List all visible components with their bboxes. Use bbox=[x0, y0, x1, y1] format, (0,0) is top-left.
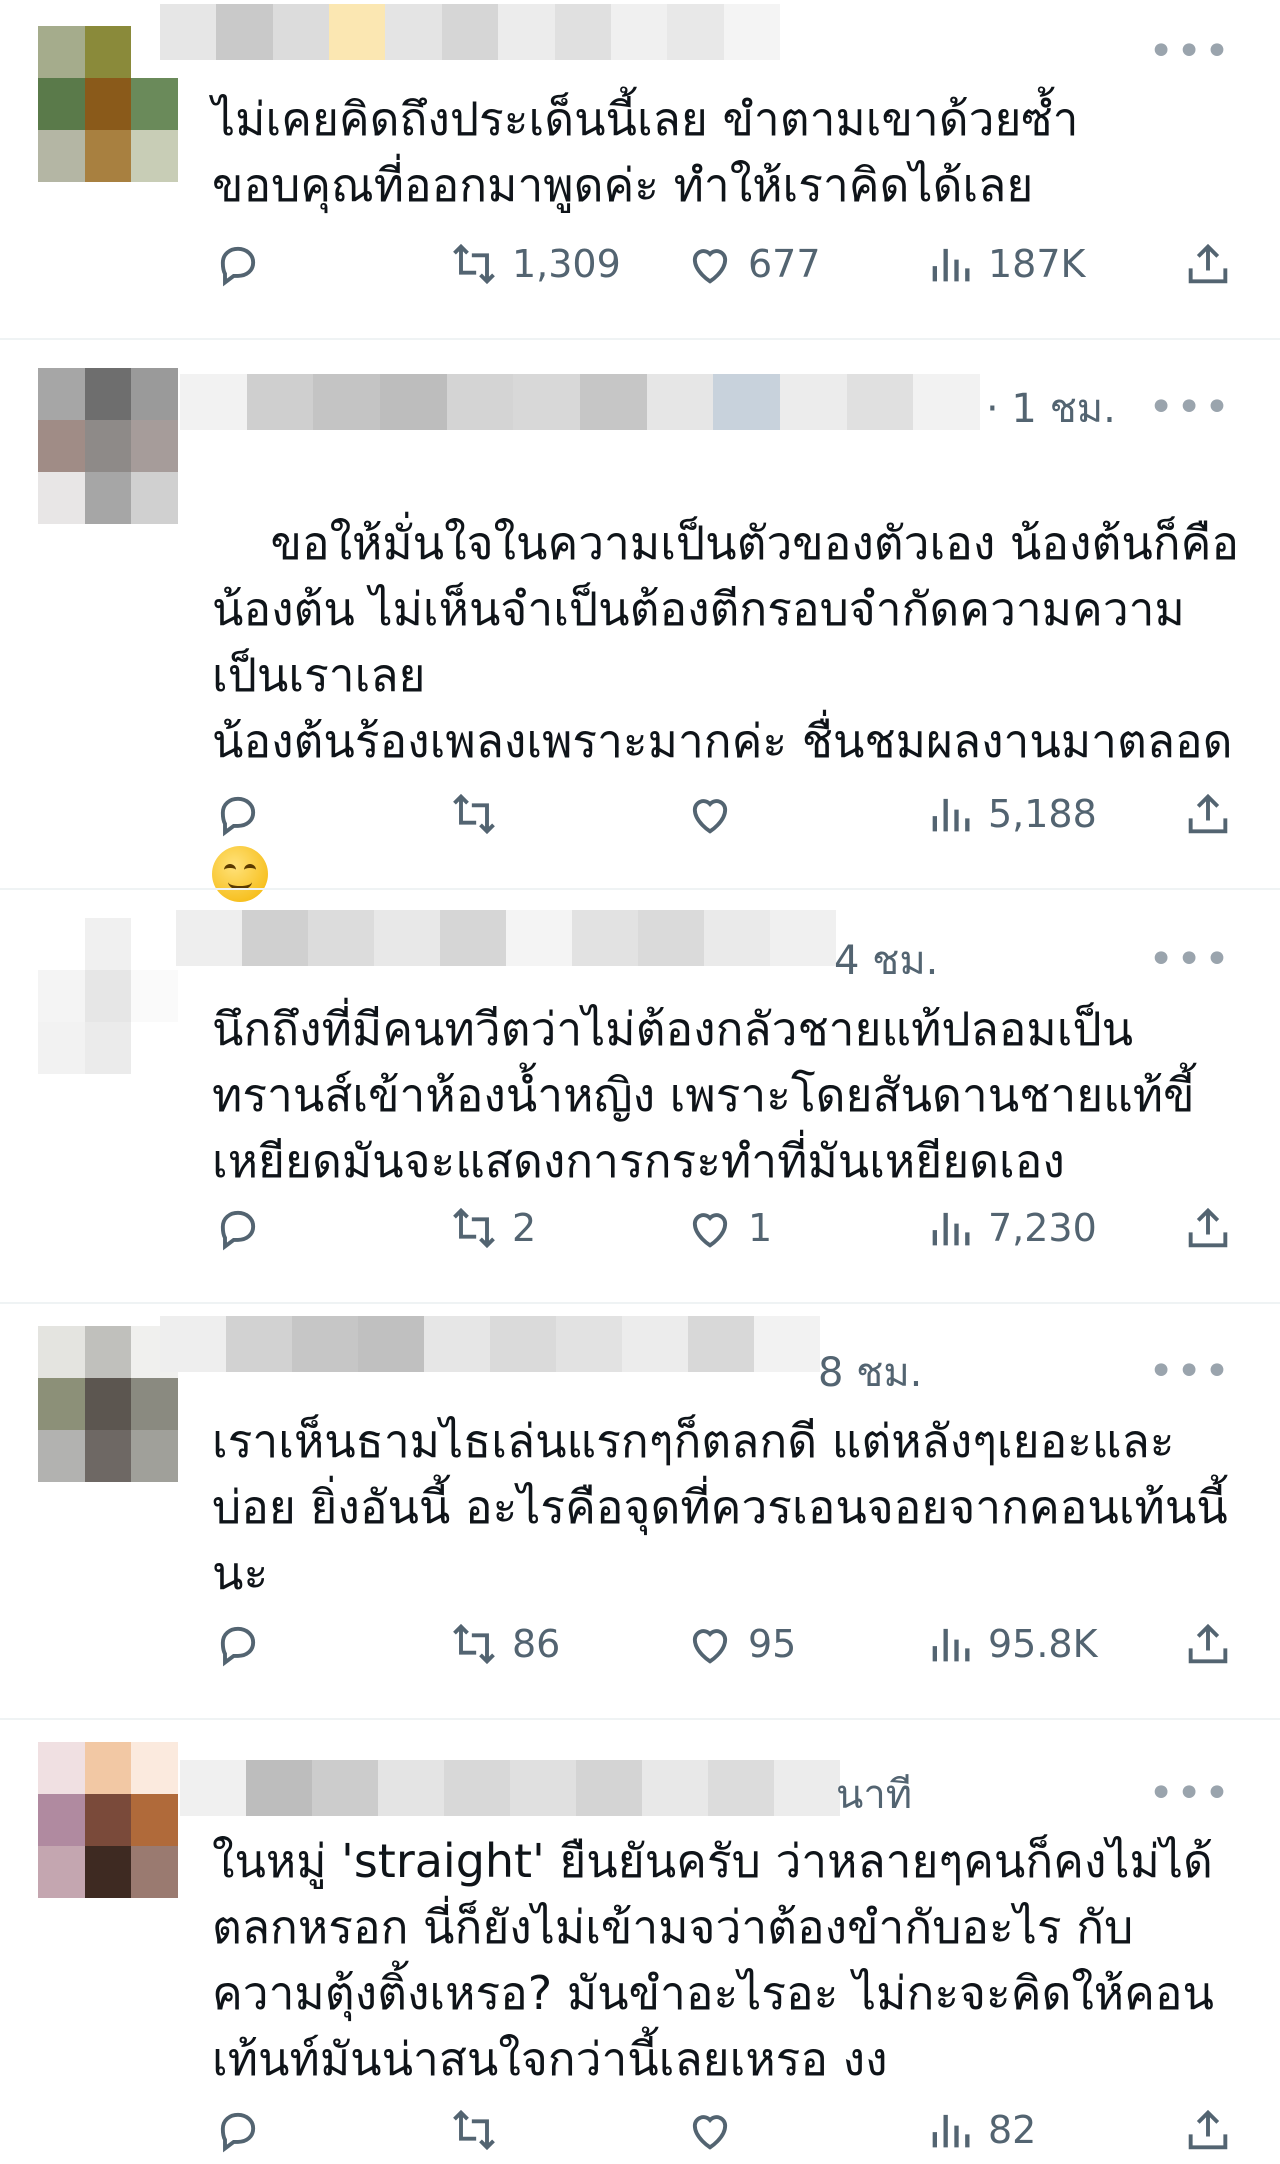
avatar[interactable] bbox=[38, 1326, 178, 1482]
post-text: ไม่เคยคิดถึงประเด็นนี้เลย ขำตามเขาด้วยซ้… bbox=[212, 92, 1079, 212]
like-button[interactable]: 1 bbox=[684, 1202, 772, 1254]
reply-button[interactable] bbox=[212, 1202, 276, 1254]
more-icon[interactable]: ••• bbox=[1148, 1772, 1232, 1816]
more-icon[interactable]: ••• bbox=[1148, 30, 1232, 74]
post-time: 4 ชม. bbox=[834, 938, 939, 984]
repost-icon bbox=[453, 2109, 495, 2151]
post-time: 8 ชม. bbox=[818, 1350, 923, 1396]
post-time: นาที bbox=[836, 1772, 913, 1818]
views-button[interactable]: 187K bbox=[924, 238, 1085, 290]
share-button[interactable] bbox=[1182, 2104, 1234, 2156]
reply-post[interactable]: นาที ••• ในหมู่ 'straight' ยืนยันครับ ว่… bbox=[0, 1720, 1280, 2155]
repost-icon bbox=[453, 1623, 495, 1665]
like-button[interactable] bbox=[684, 2104, 748, 2156]
reply-button[interactable] bbox=[212, 238, 276, 290]
share-button[interactable] bbox=[1182, 1618, 1234, 1670]
reply-icon bbox=[220, 246, 256, 287]
views-icon bbox=[932, 798, 970, 832]
reply-post[interactable]: 4 ชม. ••• นึกถึงที่มีคนทวีตว่าไม่ต้องกลั… bbox=[0, 890, 1280, 1302]
views-icon bbox=[932, 1212, 970, 1246]
avatar[interactable] bbox=[38, 26, 178, 182]
repost-icon bbox=[453, 243, 495, 285]
repost-count: 86 bbox=[512, 1622, 561, 1666]
reply-button[interactable] bbox=[212, 788, 276, 840]
repost-button[interactable]: 86 bbox=[448, 1618, 560, 1670]
views-icon bbox=[932, 2114, 970, 2148]
username-censored[interactable] bbox=[176, 910, 836, 966]
more-icon[interactable]: ••• bbox=[1148, 386, 1232, 430]
more-icon[interactable]: ••• bbox=[1148, 938, 1232, 982]
username-censored[interactable] bbox=[160, 1316, 820, 1372]
reply-button[interactable] bbox=[212, 1618, 276, 1670]
post-text: เราเห็นธามไธเล่นแรกๆก็ตลกดี แต่หลังๆเยอะ… bbox=[212, 1414, 1228, 1600]
post-text: นึกถึงที่มีคนทวีตว่าไม่ต้องกลัวชายแท้ปลอ… bbox=[212, 1002, 1195, 1188]
views-button[interactable]: 7,230 bbox=[924, 1202, 1097, 1254]
repost-count: 1,309 bbox=[512, 242, 621, 286]
like-icon bbox=[692, 799, 728, 834]
avatar[interactable] bbox=[38, 918, 178, 1074]
share-icon bbox=[1188, 1623, 1228, 1664]
like-button[interactable] bbox=[684, 788, 748, 840]
like-count: 95 bbox=[748, 1622, 797, 1666]
post-text: ในหมู่ 'straight' ยืนยันครับ ว่าหลายๆคนก… bbox=[212, 1834, 1214, 2086]
views-button[interactable]: 5,188 bbox=[924, 788, 1097, 840]
repost-icon bbox=[453, 1207, 495, 1249]
share-button[interactable] bbox=[1182, 788, 1234, 840]
repost-button[interactable]: 1,309 bbox=[448, 238, 621, 290]
action-bar: 2 1 7,230 bbox=[212, 1202, 1242, 1262]
repost-count: 2 bbox=[512, 1206, 537, 1250]
views-icon bbox=[932, 248, 970, 282]
username-censored[interactable] bbox=[180, 374, 981, 430]
view-count: 187K bbox=[988, 242, 1086, 286]
like-icon bbox=[692, 1629, 728, 1664]
more-icon[interactable]: ••• bbox=[1148, 1350, 1232, 1394]
like-count: 1 bbox=[748, 1206, 773, 1250]
avatar[interactable] bbox=[38, 368, 178, 524]
share-icon bbox=[1188, 793, 1228, 834]
like-icon bbox=[692, 2115, 728, 2150]
repost-button[interactable]: 2 bbox=[448, 1202, 536, 1254]
views-icon bbox=[932, 1628, 970, 1662]
view-count: 5,188 bbox=[988, 792, 1097, 836]
reply-post[interactable]: ••• ไม่เคยคิดถึงประเด็นนี้เลย ขำตามเขาด้… bbox=[0, 0, 1280, 338]
like-count: 677 bbox=[748, 242, 821, 286]
username-censored[interactable] bbox=[180, 1760, 840, 1816]
like-icon bbox=[692, 1213, 728, 1248]
repost-button[interactable] bbox=[448, 2104, 512, 2156]
share-button[interactable] bbox=[1182, 238, 1234, 290]
views-button[interactable]: 82 bbox=[924, 2104, 1036, 2156]
view-count: 82 bbox=[988, 2108, 1037, 2152]
avatar[interactable] bbox=[38, 1742, 178, 1898]
reply-icon bbox=[220, 1210, 256, 1251]
reply-icon bbox=[220, 1626, 256, 1667]
share-button[interactable] bbox=[1182, 1202, 1234, 1254]
action-bar: 86 95 95.8K bbox=[212, 1618, 1242, 1678]
post-text-content: ขอให้มั่นใจในความเป็นตัวของตัวเอง น้องต้… bbox=[212, 516, 1240, 768]
view-count: 7,230 bbox=[988, 1206, 1097, 1250]
reply-post[interactable]: · 1 ชม. ••• ขอให้มั่นใจในความเป็นตัวของต… bbox=[0, 340, 1280, 902]
action-bar: 5,188 bbox=[212, 788, 1242, 848]
like-button[interactable]: 677 bbox=[684, 238, 821, 290]
reply-icon bbox=[220, 796, 256, 837]
like-icon bbox=[692, 249, 728, 284]
reply-button[interactable] bbox=[212, 2104, 276, 2156]
share-icon bbox=[1188, 243, 1228, 284]
share-icon bbox=[1188, 2109, 1228, 2150]
action-bar: 1,309 677 187K bbox=[212, 238, 1242, 298]
reply-post[interactable]: 8 ชม. ••• เราเห็นธามไธเล่นแรกๆก็ตลกดี แต… bbox=[0, 1304, 1280, 1718]
share-icon bbox=[1188, 1207, 1228, 1248]
action-bar: 82 bbox=[212, 2104, 1242, 2164]
username-censored[interactable] bbox=[160, 4, 780, 60]
view-count: 95.8K bbox=[988, 1622, 1098, 1666]
like-button[interactable]: 95 bbox=[684, 1618, 796, 1670]
reply-icon bbox=[220, 2112, 256, 2153]
repost-button[interactable] bbox=[448, 788, 512, 840]
post-time: · 1 ชม. bbox=[986, 386, 1116, 432]
repost-icon bbox=[453, 793, 495, 835]
views-button[interactable]: 95.8K bbox=[924, 1618, 1098, 1670]
